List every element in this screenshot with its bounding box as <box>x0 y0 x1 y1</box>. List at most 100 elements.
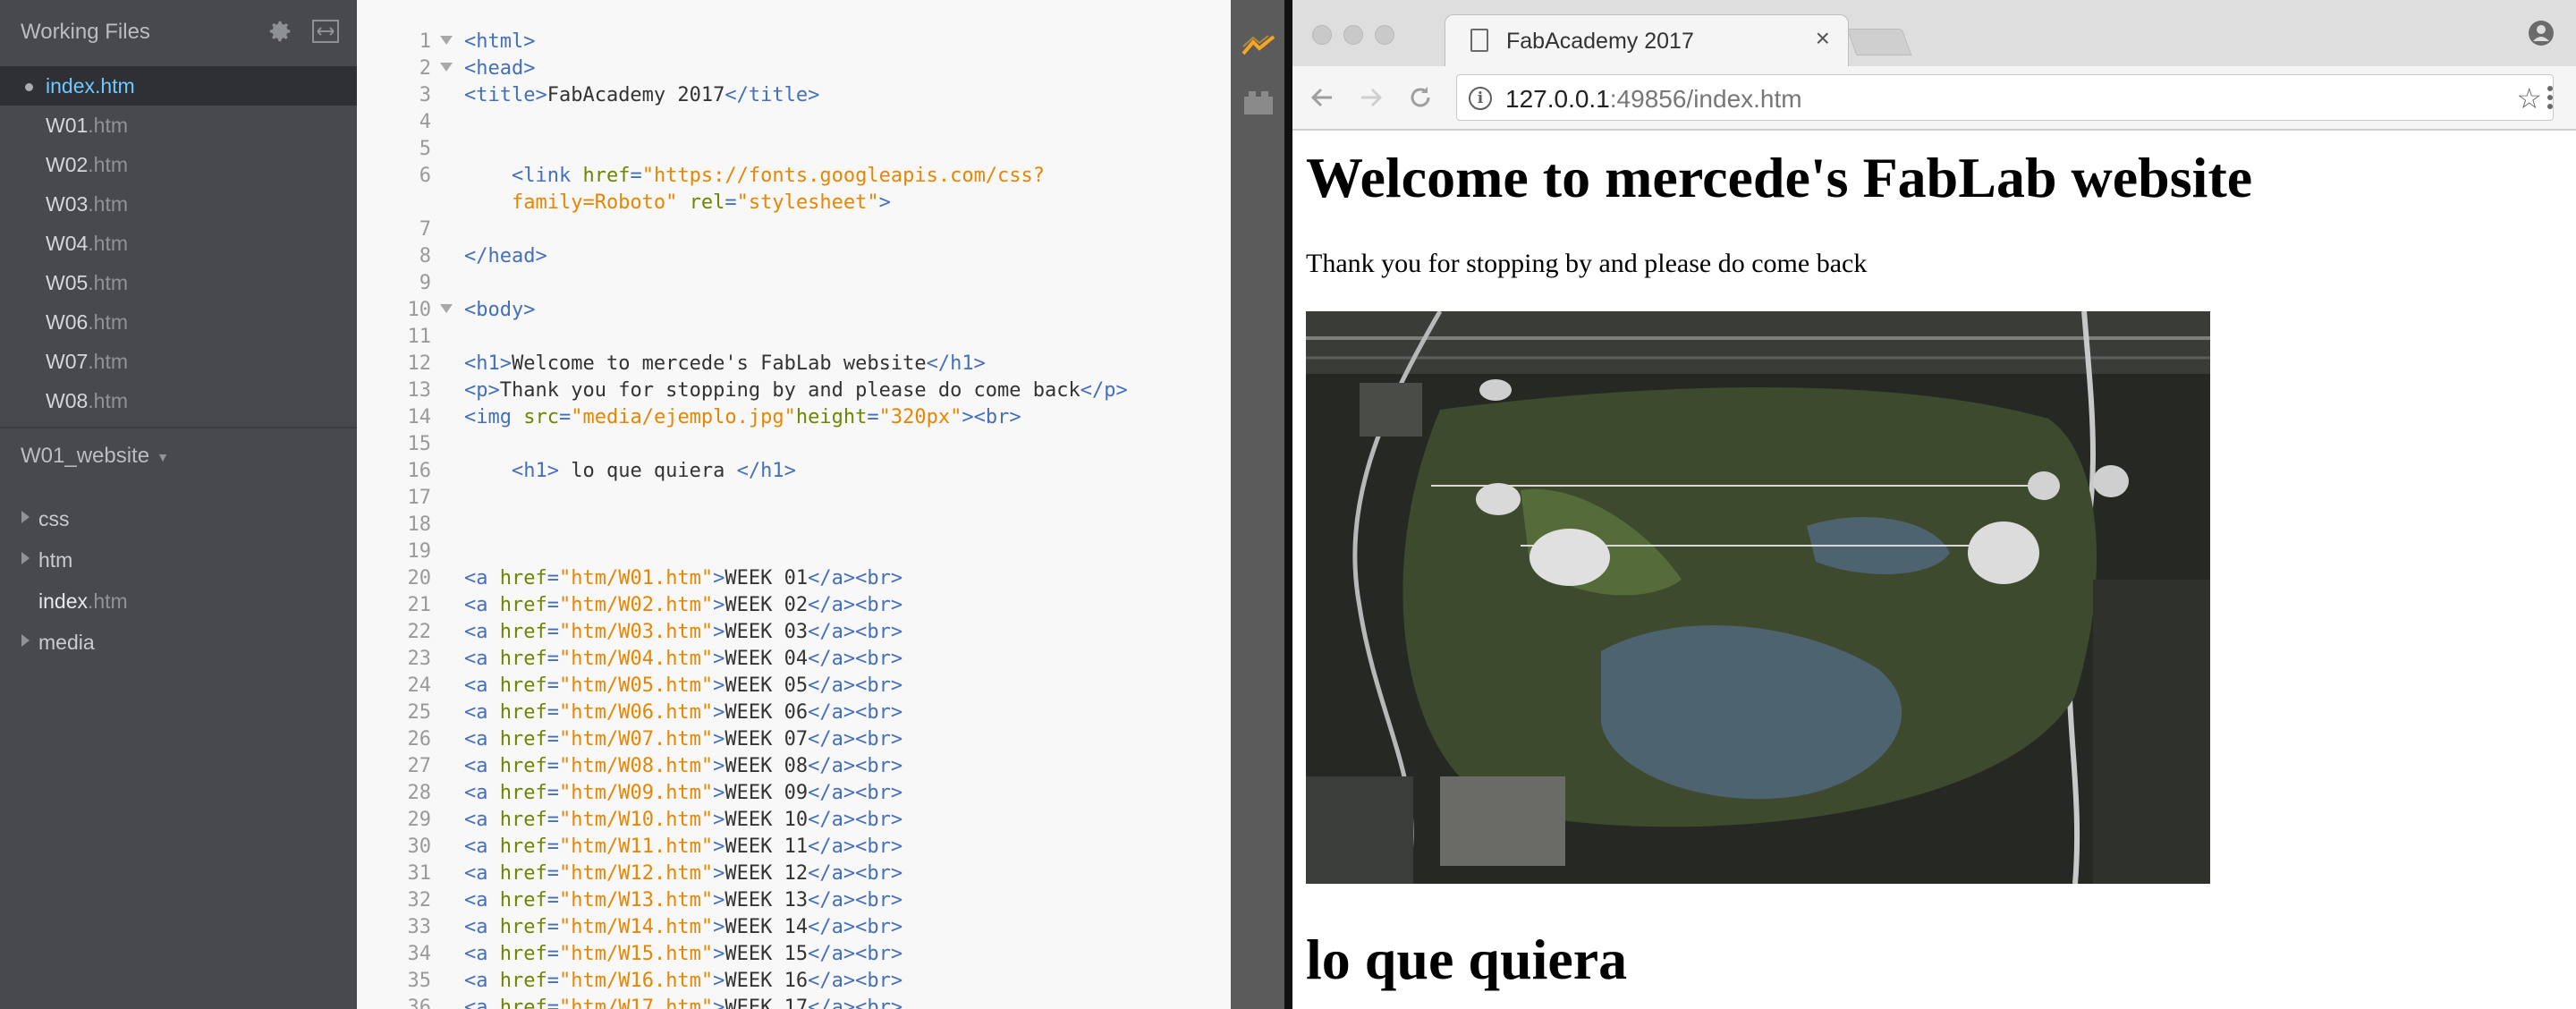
code-editor[interactable]: 1 <html> 2 <head> 3 <title>FabAcademy 2017</t… <box>357 0 1231 1009</box>
browser-window: FabAcademy 2017 × i 127.0.0.1:49856/inde… <box>1292 0 2576 1009</box>
working-file-name: W01.htm <box>46 114 129 137</box>
chevron-right-icon[interactable] <box>21 511 30 523</box>
screen: Working Files index.htm W01.htm W02.htm W03… <box>0 0 2576 1009</box>
code-line[interactable]: 21 <a href="htm/W02.htm">WEEK 02</a><br> <box>357 590 1231 617</box>
code-line[interactable]: 1 <html> <box>357 27 1231 54</box>
code-line[interactable]: 29 <a href="htm/W10.htm">WEEK 10</a><br> <box>357 805 1231 832</box>
code-text: <a href="htm/W07.htm">WEEK 07</a><br> <box>464 728 903 750</box>
line-number: 6 <box>419 165 431 187</box>
star-icon[interactable]: ☆ <box>2516 81 2542 115</box>
forward-icon[interactable] <box>1358 84 1385 111</box>
code-text: <a href="htm/W08.htm">WEEK 08</a><br> <box>464 755 903 777</box>
code-line[interactable]: 34 <a href="htm/W15.htm">WEEK 15</a><br> <box>357 939 1231 966</box>
code-line[interactable]: 30 <a href="htm/W11.htm">WEEK 11</a><br> <box>357 832 1231 859</box>
code-line[interactable]: 11 <box>357 322 1231 349</box>
code-line[interactable]: 14 <img src="media/ejemplo.jpg"height="32… <box>357 403 1231 429</box>
code-line[interactable]: 27 <a href="htm/W08.htm">WEEK 08</a><br> <box>357 751 1231 778</box>
extension-manager-icon[interactable] <box>1242 89 1275 116</box>
page-heading-2: lo que quiera <box>1306 928 1628 991</box>
page-paragraph: Thank you for stopping by and please do … <box>1306 249 1868 278</box>
working-file-item[interactable]: W05.htm <box>0 263 357 302</box>
close-window-button[interactable] <box>1312 25 1332 45</box>
code-line[interactable]: 36 <a href="htm/W17.htm">WEEK 17</a><br> <box>357 993 1231 1009</box>
tree-folder[interactable]: media <box>0 623 357 664</box>
code-line[interactable]: family=Roboto" rel="stylesheet"> <box>357 188 1231 215</box>
tree-folder[interactable]: css <box>0 499 357 540</box>
working-file-item[interactable]: W02.htm <box>0 145 357 184</box>
code-line[interactable]: 8 </head> <box>357 242 1231 268</box>
code-line[interactable]: 16 <h1> lo que quiera </h1> <box>357 456 1231 483</box>
code-text: <body> <box>464 299 536 321</box>
working-file-name: W02.htm <box>46 153 129 176</box>
code-line[interactable]: 23 <a href="htm/W04.htm">WEEK 04</a><br> <box>357 644 1231 671</box>
back-icon[interactable] <box>1309 84 1335 111</box>
working-file-item[interactable]: W03.htm <box>0 184 357 224</box>
code-line[interactable]: 35 <a href="htm/W16.htm">WEEK 16</a><br> <box>357 966 1231 993</box>
split-view-icon[interactable] <box>312 20 339 43</box>
fold-arrow-icon[interactable] <box>440 36 453 45</box>
working-file-item[interactable]: W08.htm <box>0 381 357 420</box>
tree-file[interactable]: index.htm <box>0 581 357 623</box>
code-line[interactable]: 31 <a href="htm/W12.htm">WEEK 12</a><br> <box>357 859 1231 886</box>
code-line[interactable]: 28 <a href="htm/W09.htm">WEEK 09</a><br> <box>357 778 1231 805</box>
code-line[interactable]: 2 <head> <box>357 54 1231 81</box>
tree-folder[interactable]: htm <box>0 540 357 581</box>
info-icon[interactable]: i <box>1469 87 1492 110</box>
working-file-name: W06.htm <box>46 310 129 334</box>
code-line[interactable]: 4 <box>357 107 1231 134</box>
code-line[interactable]: 17 <box>357 483 1231 510</box>
line-number: 9 <box>419 272 431 294</box>
code-line[interactable]: 22 <a href="htm/W03.htm">WEEK 03</a><br> <box>357 617 1231 644</box>
aerial-photo <box>1306 311 2210 884</box>
fold-arrow-icon[interactable] <box>440 304 453 313</box>
working-file-item[interactable]: index.htm <box>0 66 357 106</box>
browser-tab[interactable]: FabAcademy 2017 × <box>1445 14 1849 68</box>
code-text: <a href="htm/W14.htm">WEEK 14</a><br> <box>464 916 903 938</box>
code-line[interactable]: 13 <p>Thank you for stopping by and pleas… <box>357 376 1231 403</box>
line-number: 32 <box>407 889 432 911</box>
line-number: 31 <box>407 862 432 885</box>
chevron-right-icon[interactable] <box>21 552 30 564</box>
line-number: 19 <box>407 540 432 563</box>
working-file-item[interactable]: W01.htm <box>0 106 357 145</box>
code-line[interactable]: 32 <a href="htm/W13.htm">WEEK 13</a><br> <box>357 886 1231 912</box>
code-line[interactable]: 9 <box>357 268 1231 295</box>
working-file-item[interactable]: W07.htm <box>0 342 357 381</box>
zoom-window-button[interactable] <box>1375 25 1394 45</box>
code-line[interactable]: 10 <body> <box>357 295 1231 322</box>
code-line[interactable]: 5 <box>357 134 1231 161</box>
tree-item-label: htm <box>38 548 73 572</box>
project-dropdown[interactable]: W01_website ▼ <box>21 444 169 469</box>
minimize-window-button[interactable] <box>1343 25 1363 45</box>
code-line[interactable]: 20 <a href="htm/W01.htm">WEEK 01</a><br> <box>357 564 1231 590</box>
working-file-item[interactable]: W06.htm <box>0 302 357 342</box>
menu-icon[interactable] <box>2543 84 2557 111</box>
chevron-right-icon[interactable] <box>21 634 30 647</box>
profile-icon[interactable] <box>2528 20 2555 47</box>
code-line[interactable]: 3 <title>FabAcademy 2017</title> <box>357 81 1231 107</box>
active-file-dot <box>25 83 33 91</box>
line-number: 28 <box>407 782 432 804</box>
code-line[interactable]: 18 <box>357 510 1231 537</box>
tree-item-label: index.htm <box>38 589 128 613</box>
fold-arrow-icon[interactable] <box>440 63 453 72</box>
line-number: 29 <box>407 809 432 831</box>
code-line[interactable]: 7 <box>357 215 1231 242</box>
new-tab-button[interactable] <box>1846 29 1912 55</box>
live-preview-icon[interactable] <box>1241 34 1275 57</box>
code-line[interactable]: 12 <h1>Welcome to mercede's FabLab websit… <box>357 349 1231 376</box>
code-line[interactable]: 26 <a href="htm/W07.htm">WEEK 07</a><br> <box>357 725 1231 751</box>
address-bar[interactable]: i 127.0.0.1:49856/index.htm ☆ <box>1456 74 2554 121</box>
code-line[interactable]: 6 <link href="https://fonts.googleapis.c… <box>357 161 1231 188</box>
working-file-item[interactable]: W04.htm <box>0 224 357 263</box>
code-line[interactable]: 19 <box>357 537 1231 564</box>
code-line[interactable]: 33 <a href="htm/W14.htm">WEEK 14</a><br> <box>357 912 1231 939</box>
close-icon[interactable]: × <box>1816 24 1830 53</box>
chevron-down-icon: ▼ <box>157 449 169 464</box>
code-line[interactable]: 25 <a href="htm/W06.htm">WEEK 06</a><br> <box>357 698 1231 725</box>
code-line[interactable]: 15 <box>357 429 1231 456</box>
code-line[interactable]: 24 <a href="htm/W05.htm">WEEK 05</a><br> <box>357 671 1231 698</box>
reload-icon[interactable] <box>1407 84 1434 111</box>
gear-icon[interactable] <box>267 18 293 45</box>
line-number: 22 <box>407 621 432 643</box>
